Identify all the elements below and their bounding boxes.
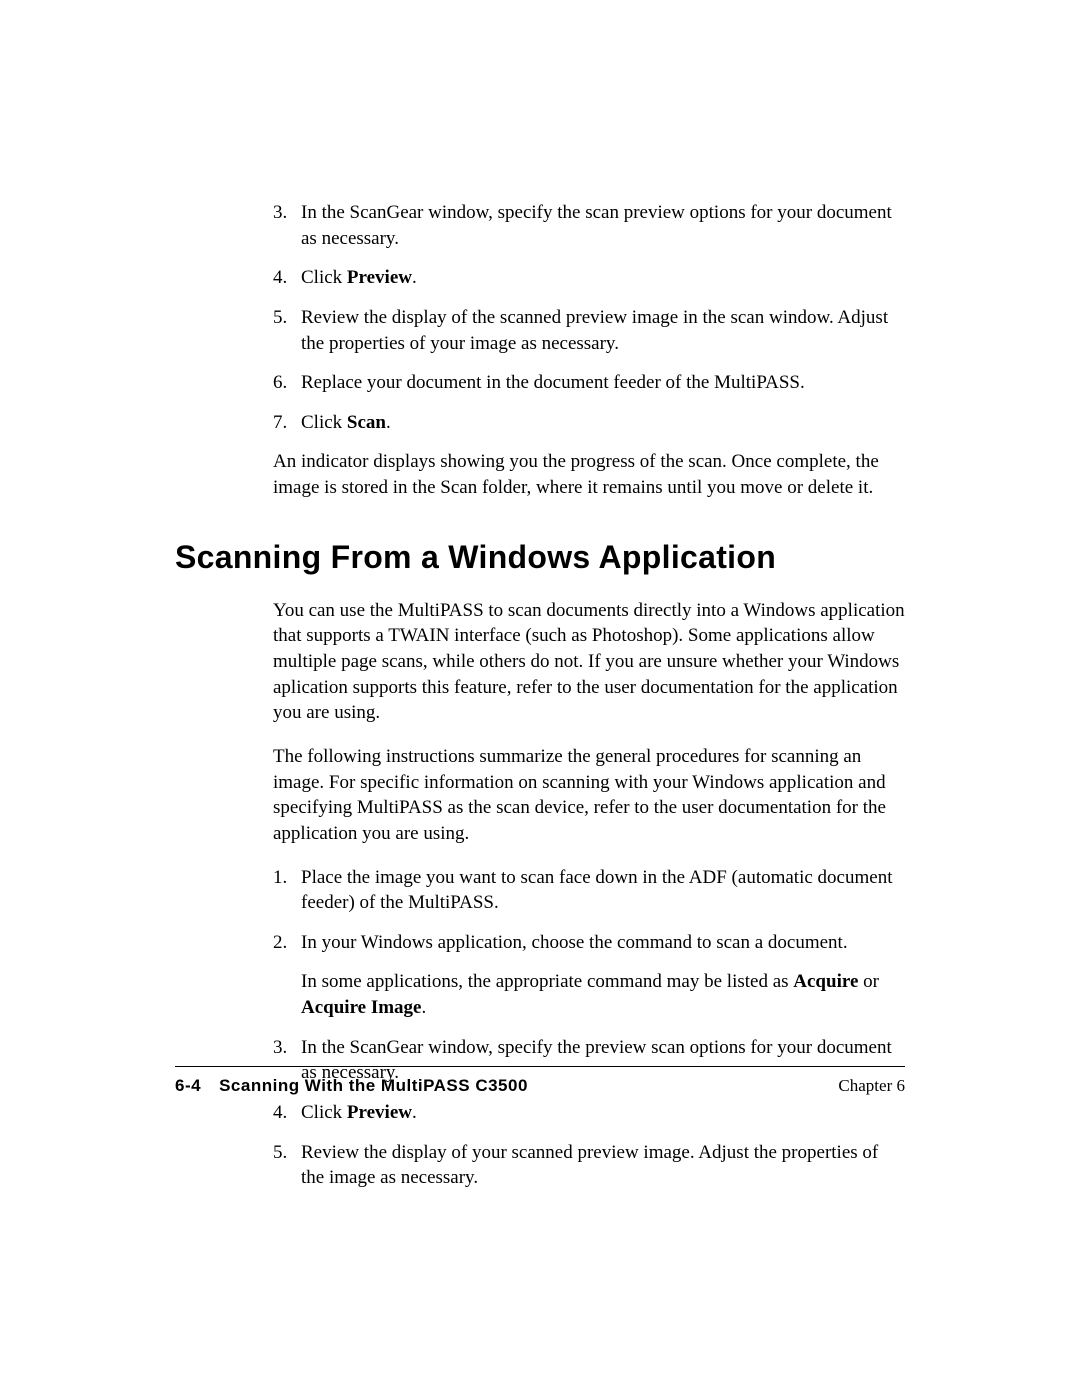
bold-term: Preview xyxy=(347,267,412,288)
page-number: 6-4 xyxy=(175,1076,201,1096)
list-text: Replace your document in the document fe… xyxy=(301,370,905,396)
footer-left: 6-4 Scanning With the MultiPASS C3500 xyxy=(175,1076,528,1096)
list-text: Review the display of your scanned previ… xyxy=(301,1140,905,1191)
paragraph: An indicator displays showing you the pr… xyxy=(273,449,905,500)
section-heading: Scanning From a Windows Application xyxy=(175,539,905,576)
list-number: 2. xyxy=(273,930,301,1021)
paragraph: You can use the MultiPASS to scan docume… xyxy=(273,598,905,726)
list-item: 2. In your Windows application, choose t… xyxy=(273,930,905,1021)
bold-term: Acquire xyxy=(793,971,858,992)
list-number: 1. xyxy=(273,865,301,916)
list-item: 4. Click Preview. xyxy=(273,1100,905,1126)
page-content: 3. In the ScanGear window, specify the s… xyxy=(175,200,905,1205)
list-number: 5. xyxy=(273,305,301,356)
list-item: 6. Replace your document in the document… xyxy=(273,370,905,396)
list-item: 1. Place the image you want to scan face… xyxy=(273,865,905,916)
bottom-ordered-list: 1. Place the image you want to scan face… xyxy=(273,865,905,1191)
list-number: 7. xyxy=(273,410,301,436)
bold-term: Preview xyxy=(347,1102,412,1123)
list-item: 3. In the ScanGear window, specify the s… xyxy=(273,200,905,251)
list-text: Click Preview. xyxy=(301,265,905,291)
bold-term: Scan xyxy=(347,412,386,433)
bold-term: Acquire Image xyxy=(301,997,422,1018)
list-item: 4. Click Preview. xyxy=(273,265,905,291)
list-item: 7. Click Scan. xyxy=(273,410,905,436)
chapter-label: Chapter 6 xyxy=(838,1076,905,1096)
list-text: Click Preview. xyxy=(301,1100,905,1126)
list-item: 5. Review the display of the scanned pre… xyxy=(273,305,905,356)
list-text: In the ScanGear window, specify the scan… xyxy=(301,200,905,251)
list-text: Click Scan. xyxy=(301,410,905,436)
top-ordered-list: 3. In the ScanGear window, specify the s… xyxy=(273,200,905,435)
footer-title: Scanning With the MultiPASS C3500 xyxy=(219,1076,528,1096)
sub-paragraph: In some applications, the appropriate co… xyxy=(301,969,905,1020)
footer-rule xyxy=(175,1066,905,1067)
list-number: 3. xyxy=(273,200,301,251)
list-number: 4. xyxy=(273,1100,301,1126)
list-number: 5. xyxy=(273,1140,301,1191)
list-item: 5. Review the display of your scanned pr… xyxy=(273,1140,905,1191)
list-number: 4. xyxy=(273,265,301,291)
paragraph: The following instructions summarize the… xyxy=(273,744,905,847)
list-number: 6. xyxy=(273,370,301,396)
page-footer: 6-4 Scanning With the MultiPASS C3500 Ch… xyxy=(175,1076,905,1096)
list-text: In your Windows application, choose the … xyxy=(301,930,905,1021)
list-text: Place the image you want to scan face do… xyxy=(301,865,905,916)
list-text: Review the display of the scanned previe… xyxy=(301,305,905,356)
